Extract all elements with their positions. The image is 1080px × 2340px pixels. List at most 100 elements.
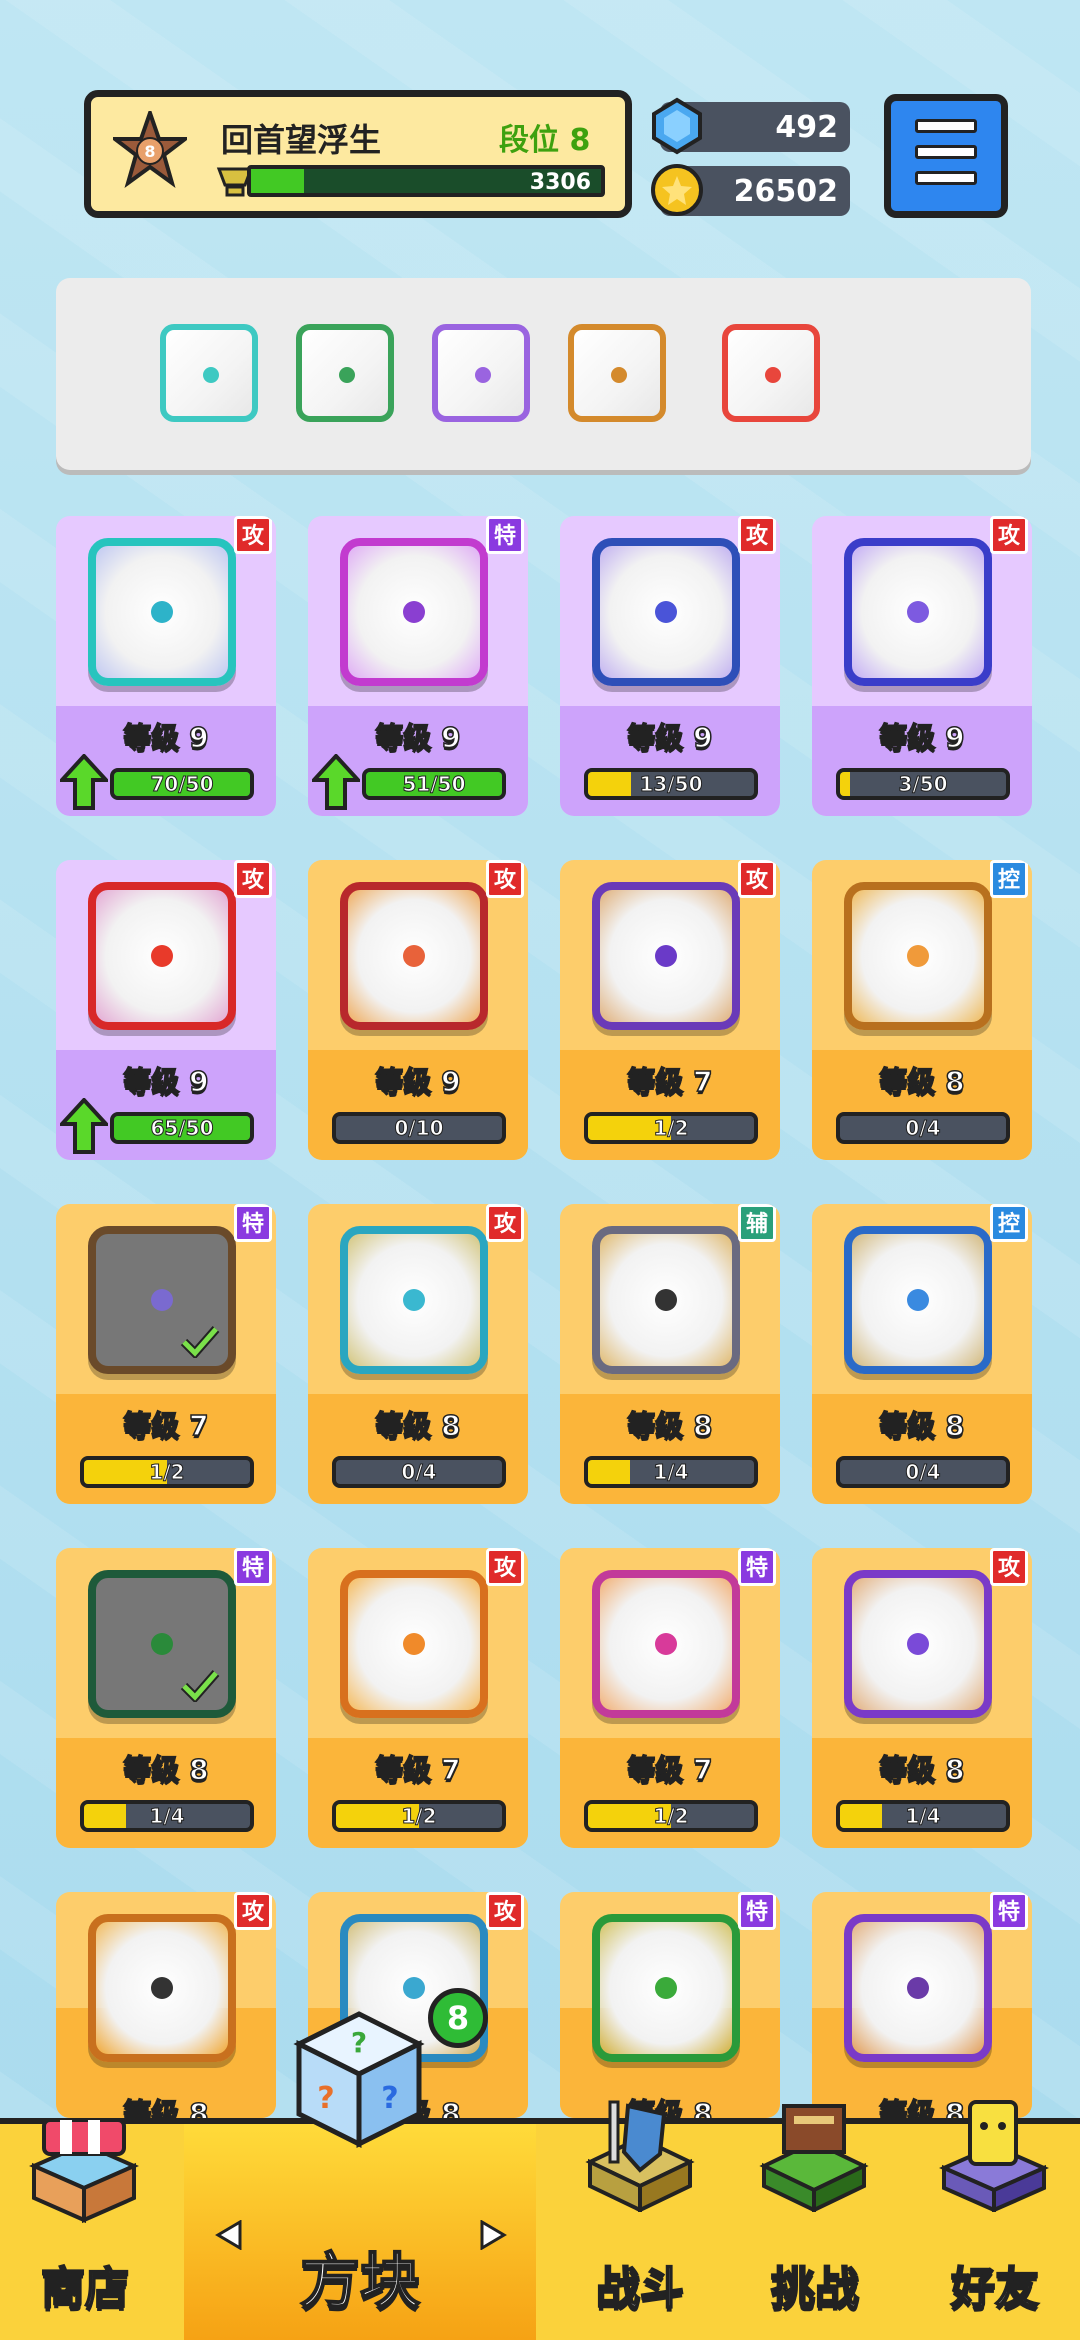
card-progress-bar: 0/4 xyxy=(836,1112,1010,1144)
dice-face-icon xyxy=(844,538,992,686)
dice-card[interactable]: 特等级 8 xyxy=(812,1892,1032,2118)
card-progress-text: 1/4 xyxy=(653,1460,689,1484)
dice-card[interactable]: 攻等级 9 3/50 xyxy=(812,516,1032,816)
friends-character-icon xyxy=(939,2100,1049,2212)
dice-card[interactable]: 控等级 8 0/4 xyxy=(812,860,1032,1160)
dice-face-icon xyxy=(844,1226,992,1374)
deck-slot[interactable] xyxy=(722,324,820,422)
role-badge: 攻 xyxy=(486,1548,524,1586)
card-progress-text: 65/50 xyxy=(150,1116,214,1140)
dice-pip xyxy=(655,601,677,623)
dice-card[interactable]: 攻等级 7 1/2 xyxy=(308,1548,528,1848)
upgrade-arrow-icon[interactable] xyxy=(60,754,108,810)
nav-battle[interactable]: 战斗 xyxy=(560,2100,720,2340)
rank-number: 8 xyxy=(144,142,155,161)
dice-card[interactable]: 攻等级 9 65/50 xyxy=(56,860,276,1160)
player-name: 回首望浮生 xyxy=(221,121,382,159)
coin-icon xyxy=(651,164,703,216)
role-badge: 攻 xyxy=(486,1892,524,1930)
dice-card[interactable]: 特等级 9 51/50 xyxy=(308,516,528,816)
dice-face-icon xyxy=(88,538,236,686)
dice-pip xyxy=(907,1633,929,1655)
card-progress-text: 0/4 xyxy=(905,1460,941,1484)
coin-counter[interactable]: 26502 xyxy=(651,164,850,216)
card-level: 等级 8 xyxy=(627,1408,714,1443)
upgrade-arrow-icon[interactable] xyxy=(312,754,360,810)
dice-face-icon xyxy=(592,1914,740,2062)
dice-pip xyxy=(655,1633,677,1655)
dice-pip xyxy=(907,1289,929,1311)
card-progress-text: 1/2 xyxy=(653,1116,689,1140)
dice-card[interactable]: 特等级 7 1/2 xyxy=(560,1548,780,1848)
dice-face-icon xyxy=(340,1570,488,1718)
nav-shop[interactable]: 商店 xyxy=(0,2118,170,2340)
role-badge: 特 xyxy=(990,1892,1028,1930)
menu-button[interactable] xyxy=(884,94,1008,218)
nav-friends[interactable]: 好友 xyxy=(910,2100,1080,2340)
dice-pip xyxy=(151,1977,173,1999)
dice-card[interactable]: 攻等级 8 1/4 xyxy=(812,1548,1032,1848)
deck-slot[interactable] xyxy=(296,324,394,422)
card-progress-bar: 1/4 xyxy=(584,1456,758,1488)
dice-card[interactable]: 攻等级 9 0/10 xyxy=(308,860,528,1160)
deck-slot[interactable] xyxy=(568,324,666,422)
role-badge: 特 xyxy=(738,1892,776,1930)
role-badge: 特 xyxy=(234,1204,272,1242)
card-level: 等级 8 xyxy=(123,2096,210,2118)
nav-blocks[interactable]: ? ? ? 方块 xyxy=(184,2011,536,2340)
card-progress-bar: 1/2 xyxy=(332,1800,506,1832)
card-progress-text: 1/2 xyxy=(401,1804,437,1828)
card-progress-bar: 1/4 xyxy=(80,1800,254,1832)
role-badge: 辅 xyxy=(738,1204,776,1242)
dice-card[interactable]: 攻等级 9 70/50 xyxy=(56,516,276,816)
role-badge: 攻 xyxy=(738,860,776,898)
dice-card[interactable]: 攻等级 8 0/4 xyxy=(308,1204,528,1504)
dice-face-icon xyxy=(340,882,488,1030)
dice-face-icon xyxy=(592,1570,740,1718)
player-profile-panel[interactable]: 8 回首望浮生 段位 8 3306 xyxy=(84,90,632,218)
equipped-check-icon xyxy=(180,1670,220,1702)
dice-pip xyxy=(151,1289,173,1311)
card-level: 等级 7 xyxy=(627,1064,714,1099)
hands-orb-icon xyxy=(203,367,219,383)
nav-challenge[interactable]: 挑战 xyxy=(730,2104,900,2340)
nav-challenge-label: 挑战 xyxy=(770,2262,860,2315)
gem-counter[interactable]: 492 xyxy=(652,97,850,155)
nav-friends-label: 好友 xyxy=(950,2262,1040,2315)
deck-slot[interactable] xyxy=(432,324,530,422)
card-progress-bar: 0/10 xyxy=(332,1112,506,1144)
dice-card[interactable]: 特等级 7 1/2 xyxy=(56,1204,276,1504)
dice-card[interactable]: 攻等级 9 13/50 xyxy=(560,516,780,816)
dice-card[interactable]: 辅等级 8 1/4 xyxy=(560,1204,780,1504)
role-badge: 控 xyxy=(990,860,1028,898)
role-badge: 攻 xyxy=(234,516,272,554)
card-level: 等级 9 xyxy=(123,1064,210,1099)
upgrade-arrow-icon[interactable] xyxy=(60,1098,108,1154)
nav-shop-label: 商店 xyxy=(40,2262,130,2315)
dice-card[interactable]: 特等级 8 1/4 xyxy=(56,1548,276,1848)
card-level: 等级 9 xyxy=(627,720,714,755)
dice-card[interactable]: 攻等级 7 1/2 xyxy=(560,860,780,1160)
dice-card[interactable]: 特等级 8 xyxy=(560,1892,780,2118)
dice-face-icon xyxy=(844,1570,992,1718)
deck-slot[interactable] xyxy=(160,324,258,422)
card-level: 等级 9 xyxy=(375,1064,462,1099)
nav-battle-label: 战斗 xyxy=(595,2262,685,2315)
card-progress-bar: 0/4 xyxy=(836,1456,1010,1488)
role-badge: 特 xyxy=(738,1548,776,1586)
dice-card[interactable]: 控等级 8 0/4 xyxy=(812,1204,1032,1504)
nav-blocks-label: 方块 xyxy=(299,2246,421,2318)
card-progress-bar: 51/50 xyxy=(362,768,506,800)
dice-face-icon xyxy=(844,1914,992,2062)
menu-bar-icon xyxy=(915,145,977,159)
dice-face-icon xyxy=(844,882,992,1030)
dice-face-icon xyxy=(592,538,740,686)
role-badge: 控 xyxy=(990,1204,1028,1242)
role-badge: 攻 xyxy=(234,1892,272,1930)
card-progress-bar: 1/4 xyxy=(836,1800,1010,1832)
dice-card[interactable]: 攻等级 8 xyxy=(56,1892,276,2118)
dragon-emblem-icon xyxy=(339,367,355,383)
infinity-emblem-icon xyxy=(611,367,627,383)
card-progress-bar: 1/2 xyxy=(80,1456,254,1488)
dice-pip xyxy=(403,945,425,967)
